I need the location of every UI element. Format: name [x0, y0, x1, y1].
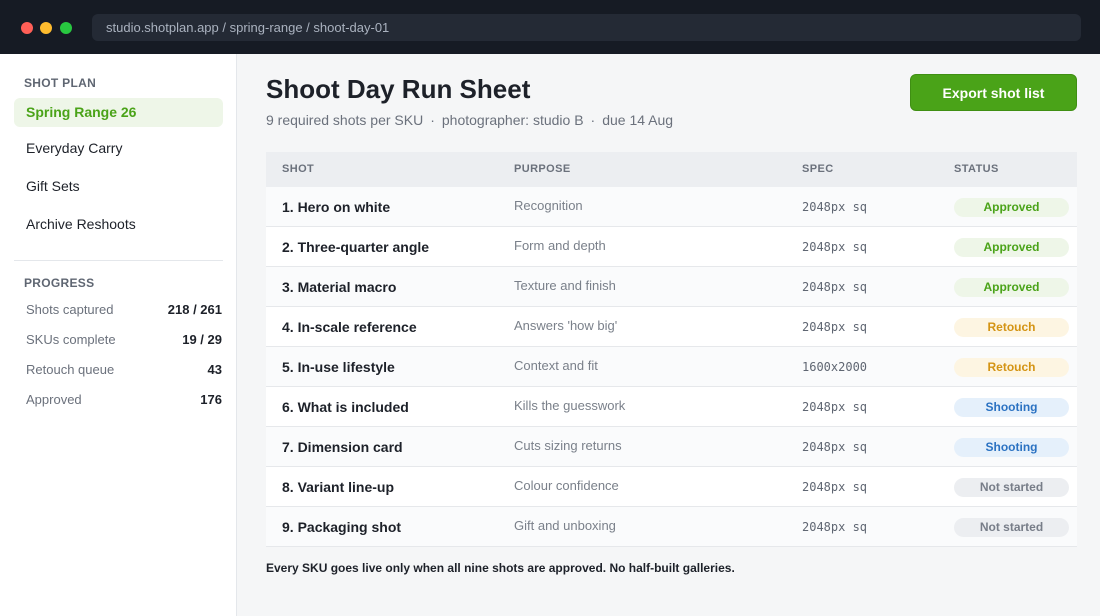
column-header-spec[interactable]: SPEC — [802, 163, 834, 175]
main-content: Shoot Day Run Sheet 9 required shots per… — [237, 54, 1100, 616]
address-bar[interactable]: studio.shotplan.app / spring-range / sho… — [92, 14, 1081, 41]
stat-label: Shots captured — [26, 302, 114, 317]
footnote: Every SKU goes live only when all nine s… — [266, 561, 735, 575]
stat-value: 218 / 261 — [167, 302, 222, 317]
meta-photographer: photographer: studio B — [441, 112, 584, 128]
stat-approved: Approved 176 — [26, 392, 222, 410]
meta-shots-per-sku: 9 required shots per SKU — [266, 112, 424, 128]
table-row[interactable]: 5. In-use lifestyle Context and fit 1600x2… — [266, 347, 1077, 387]
shot-purpose: Kills the guesswork — [514, 398, 626, 413]
progress-heading: PROGRESS — [24, 276, 95, 290]
status-badge: Shooting — [954, 438, 1069, 457]
meta-separator: · — [590, 112, 596, 128]
shot-name: 8. Variant line-up — [282, 479, 395, 495]
shot-spec: 2048px sq — [802, 200, 868, 214]
status-badge: Approved — [954, 278, 1069, 297]
status-badge: Retouch — [954, 358, 1069, 377]
shot-purpose: Answers 'how big' — [514, 318, 618, 333]
table-row[interactable]: 4. In-scale reference Answers 'how big' 20… — [266, 307, 1077, 347]
close-window-button[interactable] — [21, 22, 33, 34]
status-badge: Not started — [954, 478, 1069, 497]
meta-separator: · — [430, 112, 435, 128]
title-bar: studio.shotplan.app / spring-range / sho… — [0, 0, 1100, 54]
shot-name: 4. In-scale reference — [282, 319, 417, 335]
shot-name: 7. Dimension card — [282, 439, 403, 455]
sidebar-item-archive-reshoots[interactable]: Archive Reshoots — [14, 210, 223, 239]
shot-name: 5. In-use lifestyle — [282, 359, 395, 375]
stat-shots-captured: Shots captured 218 / 261 — [26, 302, 222, 320]
shot-name: 1. Hero on white — [282, 199, 391, 215]
shot-table: SHOT PURPOSE SPEC STATUS 1. Hero on whit… — [266, 152, 1077, 547]
shot-spec: 2048px sq — [802, 400, 868, 414]
sidebar-item-gift-sets[interactable]: Gift Sets — [14, 172, 223, 201]
status-badge: Not started — [954, 518, 1069, 537]
table-row[interactable]: 9. Packaging shot Gift and unboxing 2048px… — [266, 507, 1077, 547]
stat-label: Retouch queue — [26, 362, 115, 377]
shot-purpose: Context and fit — [514, 358, 598, 373]
table-row[interactable]: 3. Material macro Texture and finish 2048p… — [266, 267, 1077, 307]
page-title: Shoot Day Run Sheet — [266, 74, 531, 104]
sidebar: SHOT PLAN Spring Range 26 Everyday Carry… — [0, 54, 237, 616]
stat-value: 176 — [200, 392, 222, 407]
shot-spec: 2048px sq — [802, 440, 868, 454]
minimize-window-button[interactable] — [40, 22, 52, 34]
shot-spec: 2048px sq — [802, 480, 868, 494]
status-badge: Shooting — [954, 398, 1069, 417]
table-body: 1. Hero on white Recognition 2048px sq Appr… — [266, 187, 1077, 547]
sidebar-item-spring-range-26[interactable]: Spring Range 26 — [14, 98, 223, 127]
table-header: SHOT PURPOSE SPEC STATUS — [266, 152, 1077, 187]
sidebar-divider — [14, 260, 223, 261]
maximize-window-button[interactable] — [60, 22, 72, 34]
shot-purpose: Cuts sizing returns — [514, 438, 622, 453]
shot-spec: 1600x2000 — [802, 360, 868, 374]
table-row[interactable]: 7. Dimension card Cuts sizing returns 2048… — [266, 427, 1077, 467]
export-shot-list-button[interactable]: Export shot list — [910, 74, 1077, 111]
shot-purpose: Gift and unboxing — [514, 518, 616, 533]
meta-due-date: due 14 Aug — [602, 112, 674, 128]
shot-spec: 2048px sq — [802, 320, 868, 334]
shot-purpose: Form and depth — [514, 238, 606, 253]
status-badge: Approved — [954, 198, 1069, 217]
stat-value: 19 / 29 — [182, 332, 222, 347]
shot-name: 6. What is included — [282, 399, 409, 415]
status-badge: Approved — [954, 238, 1069, 257]
column-header-shot[interactable]: SHOT — [282, 163, 314, 175]
stat-label: Approved — [26, 392, 82, 407]
shot-plan-heading: SHOT PLAN — [24, 76, 97, 90]
shot-name: 9. Packaging shot — [282, 519, 402, 535]
shot-spec: 2048px sq — [802, 520, 868, 534]
shot-purpose: Colour confidence — [514, 478, 619, 493]
column-header-status[interactable]: STATUS — [954, 163, 999, 175]
column-header-purpose[interactable]: PURPOSE — [514, 163, 571, 175]
shot-spec: 2048px sq — [802, 240, 868, 254]
table-row[interactable]: 6. What is included Kills the guesswork 20… — [266, 387, 1077, 427]
table-row[interactable]: 1. Hero on white Recognition 2048px sq Appr… — [266, 187, 1077, 227]
stat-skus-complete: SKUs complete 19 / 29 — [26, 332, 222, 350]
status-badge: Retouch — [954, 318, 1069, 337]
stat-retouch-queue: Retouch queue 43 — [26, 362, 222, 380]
page-meta: 9 required shots per SKU · photographer: s… — [266, 112, 673, 128]
shot-spec: 2048px sq — [802, 280, 868, 294]
stat-value: 43 — [207, 362, 222, 377]
stat-label: SKUs complete — [26, 332, 116, 347]
shot-purpose: Recognition — [514, 198, 583, 213]
shot-name: 2. Three-quarter angle — [282, 239, 430, 255]
table-row[interactable]: 2. Three-quarter angle Form and depth 2048… — [266, 227, 1077, 267]
shot-name: 3. Material macro — [282, 279, 397, 295]
sidebar-item-everyday-carry[interactable]: Everyday Carry — [14, 134, 223, 163]
table-row[interactable]: 8. Variant line-up Colour confidence 2048p… — [266, 467, 1077, 507]
shot-purpose: Texture and finish — [514, 278, 616, 293]
